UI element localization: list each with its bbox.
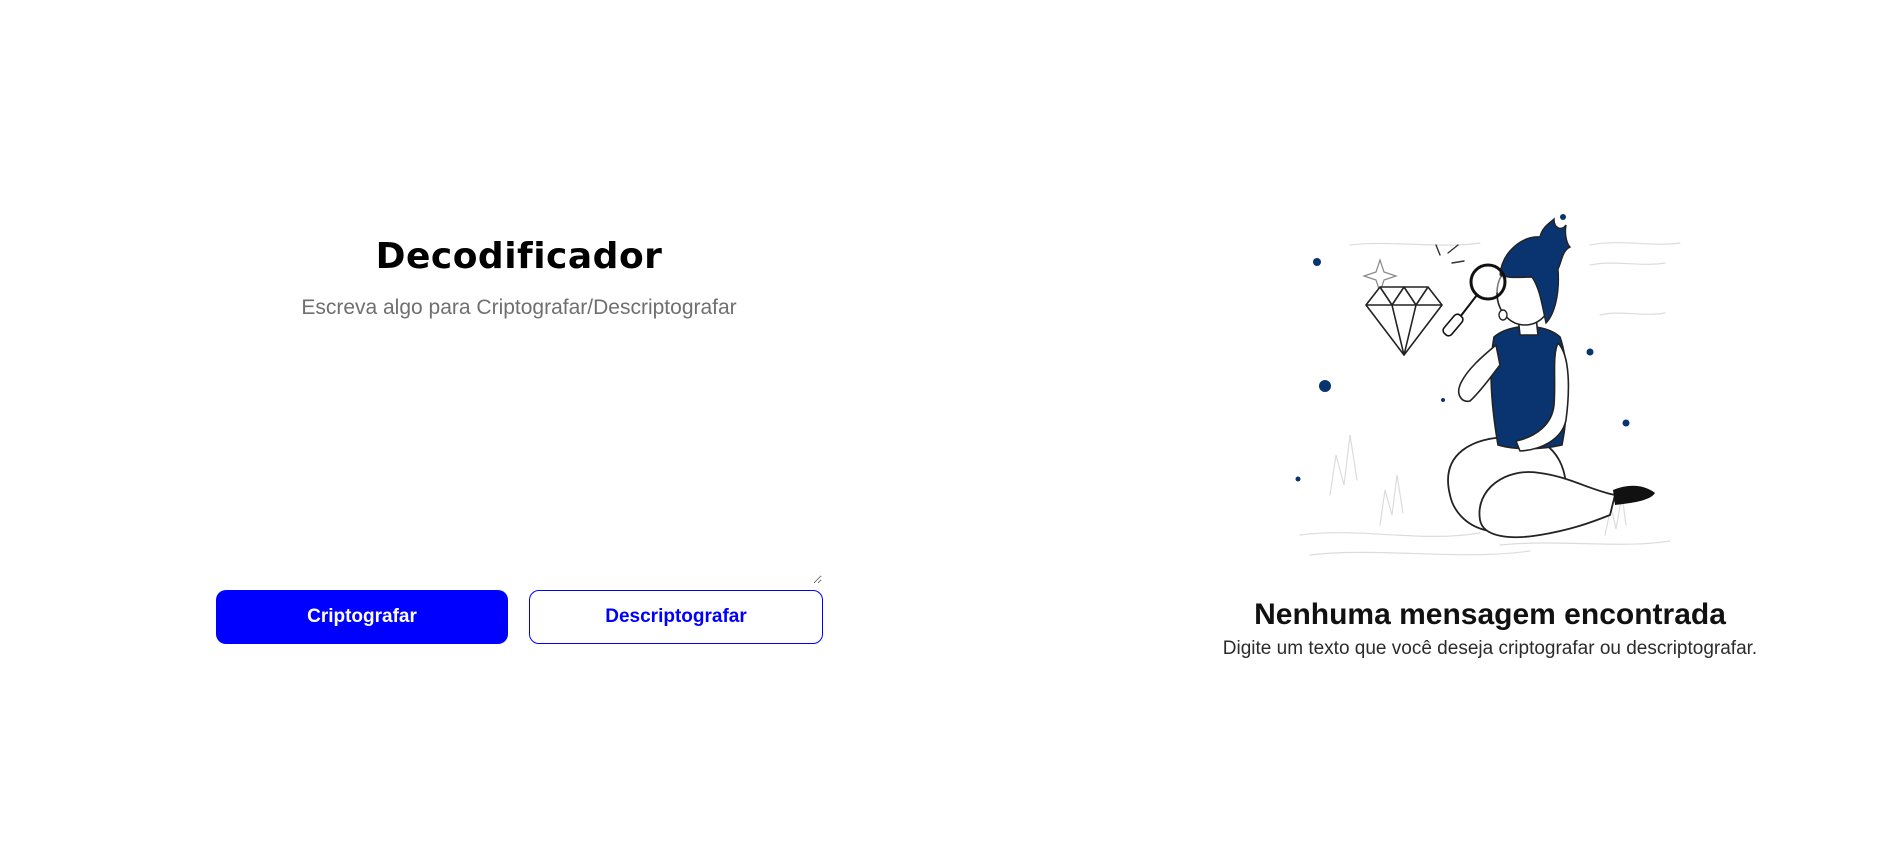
app-root: Decodificador Criptografar Descriptograf… (0, 0, 1890, 866)
message-input[interactable] (216, 296, 822, 584)
decrypt-button[interactable]: Descriptografar (529, 590, 823, 644)
empty-state-text: Digite um texto que você deseja criptogr… (1222, 638, 1758, 659)
empty-state-title: Nenhuma mensagem encontrada (1254, 598, 1726, 631)
app-title: Decodificador (375, 236, 663, 277)
person-magnifier-diamond-illustration (1295, 214, 1681, 556)
encrypt-button[interactable]: Criptografar (216, 590, 508, 644)
